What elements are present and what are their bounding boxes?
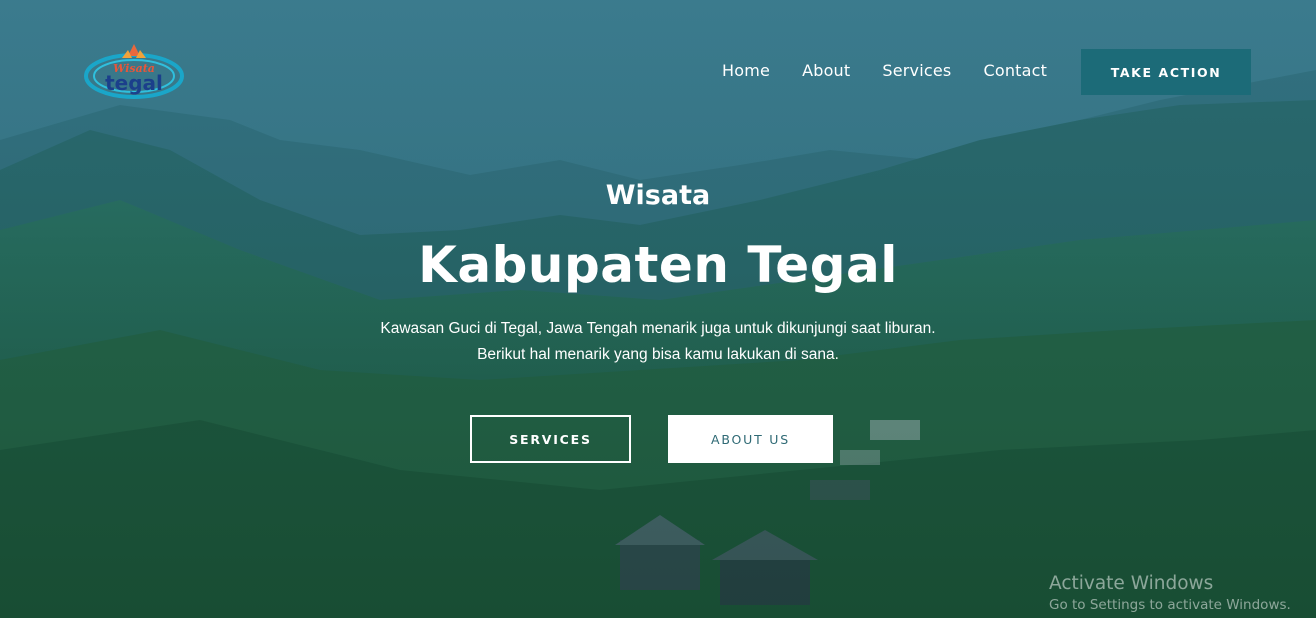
hero-title: Kabupaten Tegal xyxy=(418,236,898,294)
hero-description-line1: Kawasan Guci di Tegal, Jawa Tengah menar… xyxy=(380,320,936,337)
nav-item-home[interactable]: Home xyxy=(722,61,770,80)
main-nav: Home About Services Contact xyxy=(722,61,1047,80)
services-button[interactable]: SERVICES xyxy=(470,415,631,463)
nav-item-about[interactable]: About xyxy=(802,61,850,80)
about-us-button[interactable]: ABOUT US xyxy=(668,415,833,463)
watermark-subtitle: Go to Settings to activate Windows. xyxy=(1049,597,1291,613)
nav-item-services[interactable]: Services xyxy=(882,61,951,80)
activate-windows-watermark: Activate Windows Go to Settings to activ… xyxy=(1049,573,1291,613)
watermark-title: Activate Windows xyxy=(1049,573,1214,594)
hero-description: Kawasan Guci di Tegal, Jawa Tengah menar… xyxy=(258,316,1058,368)
logo-line2: tegal xyxy=(105,71,163,95)
wisata-tegal-logo[interactable]: Wisata tegal xyxy=(82,40,186,102)
hero-description-line2: Berikut hal menarik yang bisa kamu lakuk… xyxy=(477,346,839,363)
hero-subtitle: Wisata xyxy=(605,180,711,211)
take-action-button[interactable]: TAKE ACTION xyxy=(1081,49,1251,95)
nav-item-contact[interactable]: Contact xyxy=(983,61,1047,80)
hero-section: Wisata tegal Home About Services Contact… xyxy=(0,0,1316,618)
